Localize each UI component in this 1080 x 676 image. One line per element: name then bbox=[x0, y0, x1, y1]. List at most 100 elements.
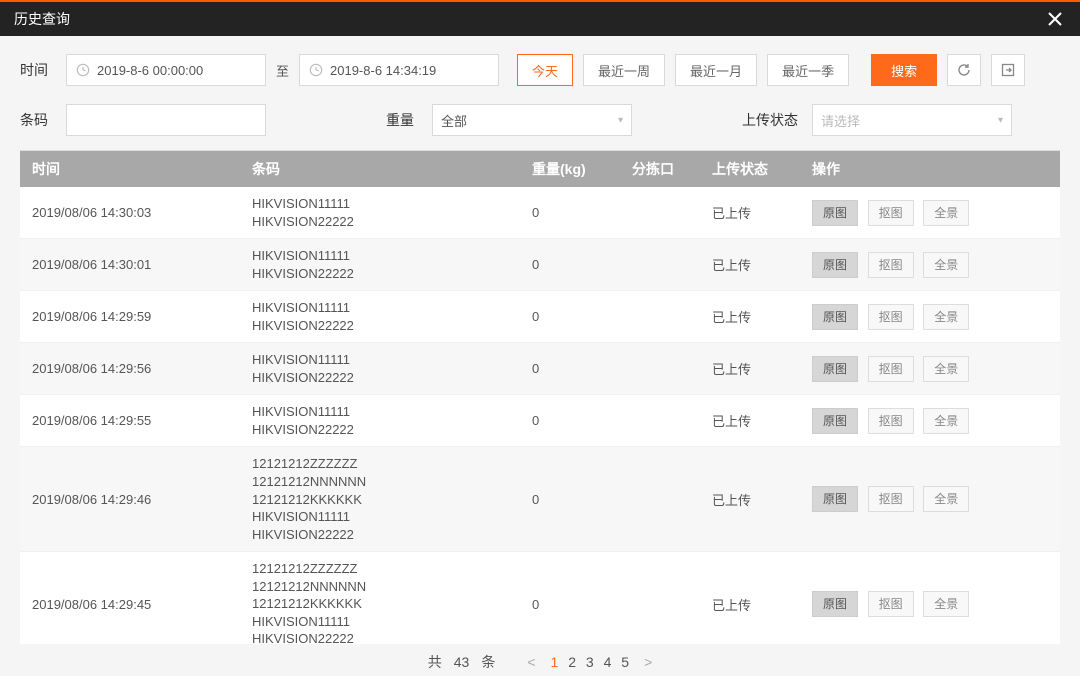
cell-barcode: HIKVISION11111HIKVISION22222 bbox=[240, 351, 520, 386]
col-sort-header: 分拣口 bbox=[620, 159, 700, 179]
op-crop-button[interactable]: 抠图 bbox=[868, 304, 914, 330]
upload-status-select[interactable]: 请选择 ▾ bbox=[812, 104, 1012, 136]
cell-op: 原图 抠图 全景 bbox=[800, 252, 1060, 278]
table-row: 2019/08/06 14:30:03 HIKVISION11111HIKVIS… bbox=[20, 187, 1060, 239]
pager-page[interactable]: 1 bbox=[548, 654, 562, 670]
op-crop-button[interactable]: 抠图 bbox=[868, 252, 914, 278]
cell-time: 2019/08/06 14:29:45 bbox=[20, 597, 240, 612]
op-pano-button[interactable]: 全景 bbox=[923, 591, 969, 617]
op-crop-button[interactable]: 抠图 bbox=[868, 591, 914, 617]
cell-status: 已上传 bbox=[700, 359, 800, 378]
op-raw-button[interactable]: 原图 bbox=[812, 591, 858, 617]
table-row: 2019/08/06 14:30:01 HIKVISION11111HIKVIS… bbox=[20, 239, 1060, 291]
op-raw-button[interactable]: 原图 bbox=[812, 356, 858, 382]
cell-barcode: 12121212ZZZZZZ12121212NNNNNN12121212KKKK… bbox=[240, 560, 520, 644]
weight-select[interactable]: 全部 ▾ bbox=[432, 104, 632, 136]
weight-label: 重量 bbox=[386, 110, 432, 130]
pager-suffix: 条 bbox=[481, 652, 495, 672]
cell-op: 原图 抠图 全景 bbox=[800, 591, 1060, 617]
op-raw-button[interactable]: 原图 bbox=[812, 408, 858, 434]
cell-time: 2019/08/06 14:29:56 bbox=[20, 361, 240, 376]
op-pano-button[interactable]: 全景 bbox=[923, 486, 969, 512]
pager-page[interactable]: 5 bbox=[618, 654, 632, 670]
quick-today-button[interactable]: 今天 bbox=[517, 54, 573, 86]
cell-barcode: HIKVISION11111HIKVISION22222 bbox=[240, 195, 520, 230]
cell-op: 原图 抠图 全景 bbox=[800, 356, 1060, 382]
quick-month-button[interactable]: 最近一月 bbox=[675, 54, 757, 86]
col-status-header: 上传状态 bbox=[700, 159, 800, 179]
table-row: 2019/08/06 14:29:45 12121212ZZZZZZ121212… bbox=[20, 552, 1060, 644]
cell-barcode: HIKVISION11111HIKVISION22222 bbox=[240, 403, 520, 438]
cell-op: 原图 抠图 全景 bbox=[800, 408, 1060, 434]
results-table: 时间 条码 重量(kg) 分拣口 上传状态 操作 2019/08/06 14:3… bbox=[20, 150, 1060, 644]
table-row: 2019/08/06 14:29:46 12121212ZZZZZZ121212… bbox=[20, 447, 1060, 552]
search-button[interactable]: 搜索 bbox=[871, 54, 937, 86]
op-raw-button[interactable]: 原图 bbox=[812, 486, 858, 512]
col-weight-header: 重量(kg) bbox=[520, 159, 620, 179]
cell-op: 原图 抠图 全景 bbox=[800, 200, 1060, 226]
op-pano-button[interactable]: 全景 bbox=[923, 356, 969, 382]
cell-status: 已上传 bbox=[700, 490, 800, 509]
cell-weight: 0 bbox=[520, 492, 620, 507]
clock-icon bbox=[76, 63, 90, 77]
barcode-input[interactable] bbox=[66, 104, 266, 136]
clock-icon bbox=[309, 63, 323, 77]
upload-status-label: 上传状态 bbox=[742, 110, 812, 130]
pager-total: 43 bbox=[454, 654, 470, 670]
table-row: 2019/08/06 14:29:56 HIKVISION11111HIKVIS… bbox=[20, 343, 1060, 395]
barcode-label: 条码 bbox=[20, 110, 66, 130]
window-title: 历史查询 bbox=[14, 9, 70, 29]
end-time-input[interactable] bbox=[299, 54, 499, 86]
pager-prev[interactable]: < bbox=[527, 654, 535, 670]
cell-barcode: HIKVISION11111HIKVISION22222 bbox=[240, 247, 520, 282]
cell-weight: 0 bbox=[520, 257, 620, 272]
op-crop-button[interactable]: 抠图 bbox=[868, 200, 914, 226]
refresh-button[interactable] bbox=[947, 54, 981, 86]
col-barcode-header: 条码 bbox=[240, 159, 520, 179]
cell-status: 已上传 bbox=[700, 203, 800, 222]
cell-weight: 0 bbox=[520, 309, 620, 324]
op-crop-button[interactable]: 抠图 bbox=[868, 486, 914, 512]
table-row: 2019/08/06 14:29:55 HIKVISION11111HIKVIS… bbox=[20, 395, 1060, 447]
quick-week-button[interactable]: 最近一周 bbox=[583, 54, 665, 86]
op-pano-button[interactable]: 全景 bbox=[923, 408, 969, 434]
op-raw-button[interactable]: 原图 bbox=[812, 200, 858, 226]
cell-time: 2019/08/06 14:30:01 bbox=[20, 257, 240, 272]
weight-select-value: 全部 bbox=[441, 111, 467, 130]
col-time-header: 时间 bbox=[20, 159, 240, 179]
time-label: 时间 bbox=[20, 60, 66, 80]
close-icon[interactable] bbox=[1044, 8, 1066, 30]
pager-page[interactable]: 3 bbox=[583, 654, 597, 670]
cell-status: 已上传 bbox=[700, 307, 800, 326]
cell-time: 2019/08/06 14:29:55 bbox=[20, 413, 240, 428]
chevron-down-icon: ▾ bbox=[998, 115, 1003, 126]
pager-page[interactable]: 2 bbox=[565, 654, 579, 670]
pager-page[interactable]: 4 bbox=[601, 654, 615, 670]
op-pano-button[interactable]: 全景 bbox=[923, 252, 969, 278]
cell-weight: 0 bbox=[520, 361, 620, 376]
op-raw-button[interactable]: 原图 bbox=[812, 252, 858, 278]
cell-weight: 0 bbox=[520, 205, 620, 220]
cell-weight: 0 bbox=[520, 597, 620, 612]
cell-time: 2019/08/06 14:29:46 bbox=[20, 492, 240, 507]
op-crop-button[interactable]: 抠图 bbox=[868, 356, 914, 382]
range-separator: 至 bbox=[266, 61, 299, 80]
op-pano-button[interactable]: 全景 bbox=[923, 200, 969, 226]
cell-status: 已上传 bbox=[700, 411, 800, 430]
pager-next[interactable]: > bbox=[644, 654, 652, 670]
cell-barcode: HIKVISION11111HIKVISION22222 bbox=[240, 299, 520, 334]
cell-barcode: 12121212ZZZZZZ12121212NNNNNN12121212KKKK… bbox=[240, 455, 520, 543]
cell-status: 已上传 bbox=[700, 595, 800, 614]
op-crop-button[interactable]: 抠图 bbox=[868, 408, 914, 434]
pager-prefix: 共 bbox=[428, 652, 442, 672]
start-time-input[interactable] bbox=[66, 54, 266, 86]
chevron-down-icon: ▾ bbox=[618, 115, 623, 126]
pagination: 共 43 条 < 1 2 3 4 5 > bbox=[20, 644, 1060, 676]
cell-time: 2019/08/06 14:30:03 bbox=[20, 205, 240, 220]
op-pano-button[interactable]: 全景 bbox=[923, 304, 969, 330]
col-op-header: 操作 bbox=[800, 159, 1060, 179]
quick-quarter-button[interactable]: 最近一季 bbox=[767, 54, 849, 86]
op-raw-button[interactable]: 原图 bbox=[812, 304, 858, 330]
cell-op: 原图 抠图 全景 bbox=[800, 486, 1060, 512]
export-button[interactable] bbox=[991, 54, 1025, 86]
